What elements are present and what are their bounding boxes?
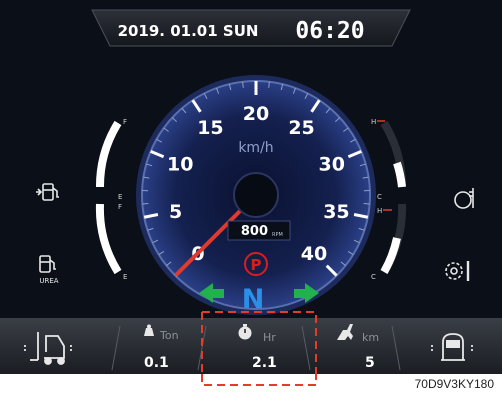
hours-label: Hr bbox=[263, 331, 276, 344]
oil-cold-mark: C bbox=[371, 273, 376, 281]
figure-code: 70D9V3KY180 bbox=[414, 377, 494, 391]
speed-tick-label: 25 bbox=[288, 117, 314, 139]
speedometer: 0510152025303540 km/h 800 RPM P bbox=[136, 75, 376, 315]
urea-label: UREA bbox=[39, 277, 58, 285]
header-bar: 2019. 01.01 SUN 06:20 bbox=[91, 9, 411, 47]
load-label: Ton bbox=[159, 329, 179, 342]
needle-hub bbox=[233, 172, 279, 218]
oil-hot-mark: H bbox=[377, 207, 382, 215]
bottom-info-bar: Ton 0.1 Hr 2.1 km 5 bbox=[0, 318, 502, 374]
speed-minor-tick bbox=[242, 81, 244, 88]
rpm-value: 800 bbox=[241, 224, 268, 239]
dashboard-screen: 2019. 01.01 SUN 06:20 0510152025303540 k… bbox=[0, 0, 502, 374]
distance-value: 5 bbox=[365, 355, 375, 371]
parking-indicator: P bbox=[251, 256, 262, 274]
coolant-hot-mark: H bbox=[371, 118, 376, 126]
speed-unit-label: km/h bbox=[238, 140, 273, 156]
fuel-empty-mark: E bbox=[118, 193, 122, 201]
urea-empty-mark: E bbox=[123, 273, 127, 281]
speed-tick-label: 10 bbox=[167, 154, 193, 176]
speed-tick-label: 15 bbox=[197, 117, 223, 139]
speed-tick-label: 35 bbox=[323, 201, 349, 223]
speed-minor-tick bbox=[268, 81, 270, 88]
distance-label: km bbox=[362, 331, 379, 344]
rpm-unit: RPM bbox=[272, 232, 283, 238]
urea-full-mark: F bbox=[118, 203, 122, 211]
speed-tick-label: 30 bbox=[319, 154, 345, 176]
speed-tick-label: 5 bbox=[169, 201, 182, 223]
hours-value: 2.1 bbox=[252, 355, 277, 371]
fuel-full-mark: F bbox=[123, 118, 127, 126]
coolant-cold-mark: C bbox=[377, 193, 382, 201]
gear-indicator: N bbox=[242, 284, 265, 315]
speed-tick-label: 40 bbox=[301, 243, 327, 265]
speed-tick-label: 20 bbox=[243, 103, 269, 125]
date-display: 2019. 01.01 SUN bbox=[118, 22, 259, 40]
clock-display: 06:20 bbox=[295, 18, 364, 44]
load-value: 0.1 bbox=[144, 355, 169, 371]
cluster-display: 2019. 01.01 SUN 06:20 0510152025303540 k… bbox=[0, 0, 502, 374]
